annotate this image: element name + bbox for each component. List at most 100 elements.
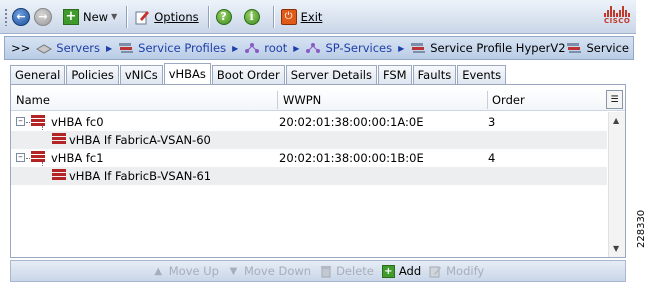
add-label: Add — [398, 264, 422, 278]
delete-label: Delete — [336, 264, 374, 278]
tree-connector — [26, 158, 30, 159]
vhba-interface-icon — [52, 169, 66, 182]
action-bar: ▲ Move Up ▼ Move Down Delete + Add Modif… — [10, 260, 626, 282]
vertical-scrollbar[interactable]: ▲ ▼ — [608, 112, 625, 257]
table-row[interactable]: – vHBA fc1 20:02:01:38:00:00:1B:0E 4 — [11, 149, 607, 167]
forward-arrow-icon[interactable]: → — [34, 7, 52, 26]
tab-strip: General Policies vNICs vHBAs Boot Order … — [10, 63, 507, 84]
tab-boot-order[interactable]: Boot Order — [211, 65, 285, 84]
column-chooser-icon[interactable]: ☰ — [606, 90, 623, 109]
breadcrumb-item-servers[interactable]: Servers — [56, 41, 100, 55]
new-button[interactable]: + New ▼ — [60, 6, 120, 28]
service-profile-icon — [410, 42, 426, 54]
column-header-order[interactable]: Order — [492, 93, 525, 107]
row-order: 4 — [488, 151, 496, 165]
back-arrow-icon[interactable]: ← — [12, 7, 30, 26]
toolbar-separator — [126, 5, 128, 28]
modify-label: Modify — [446, 264, 485, 278]
tab-faults[interactable]: Faults — [412, 65, 457, 84]
figure-id: 228330 — [636, 209, 647, 248]
breadcrumb-separator-icon: ▶ — [293, 43, 300, 53]
breadcrumb-item-sp-services[interactable]: SP-Services — [325, 41, 392, 55]
move-up-icon: ▲ — [154, 265, 163, 277]
plus-icon: + — [63, 8, 79, 25]
vhba-icon — [31, 115, 45, 128]
service-profile-icon — [566, 42, 582, 54]
move-up-button[interactable]: ▲ Move Up — [152, 264, 219, 278]
table-row[interactable]: vHBA If FabricA-VSAN-60 — [11, 131, 607, 149]
help-button[interactable]: ? — [213, 6, 239, 28]
trash-icon — [319, 265, 332, 278]
add-button[interactable]: + Add — [381, 264, 422, 278]
chevron-down-icon[interactable]: ▼ — [111, 12, 117, 21]
cisco-bars-icon — [604, 6, 630, 17]
exit-button[interactable]: ⏻ Exit — [278, 6, 326, 28]
move-down-label: Move Down — [243, 264, 312, 278]
collapse-icon[interactable]: – — [16, 117, 25, 126]
power-icon: ⏻ — [280, 8, 297, 25]
vhba-table-panel: Name WWPN Order ☰ – vHBA fc0 20:02:01:38… — [10, 84, 626, 258]
options-icon — [134, 9, 150, 25]
new-label: New — [83, 9, 109, 24]
collapse-icon[interactable]: – — [16, 153, 25, 162]
breadcrumb-right: Service — [566, 41, 629, 55]
breadcrumb-current: Service Profile HyperV2 — [430, 41, 566, 55]
cisco-logo-text: CISCO — [604, 17, 631, 25]
breadcrumb-separator-icon: ▶ — [398, 43, 405, 53]
column-header-wwpn[interactable]: WWPN — [283, 93, 321, 107]
info-button[interactable]: i — [241, 6, 267, 28]
breadcrumb-item-service-profiles[interactable]: Service Profiles — [138, 41, 226, 55]
toolbar-separator — [272, 5, 274, 28]
service-profiles-icon — [118, 42, 134, 54]
tab-server-details[interactable]: Server Details — [285, 65, 377, 84]
table-row[interactable]: vHBA If FabricB-VSAN-61 — [11, 167, 607, 185]
row-name: vHBA If FabricA-VSAN-60 — [69, 133, 211, 147]
row-order: 3 — [488, 115, 496, 129]
delete-button[interactable]: Delete — [319, 264, 374, 278]
table-header: Name WWPN Order ☰ — [11, 89, 625, 111]
vhba-icon — [31, 151, 45, 164]
modify-button[interactable]: Modify — [429, 264, 484, 278]
plus-icon: + — [381, 264, 395, 278]
info-icon: i — [243, 8, 260, 25]
help-icon: ? — [215, 8, 232, 25]
tab-fsm[interactable]: FSM — [377, 65, 412, 84]
tab-general[interactable]: General — [10, 65, 66, 84]
tab-events[interactable]: Events — [457, 65, 507, 84]
breadcrumb: >> Servers ▶ Service Profiles ▶ root ▶ S… — [4, 36, 634, 60]
breadcrumb-separator-icon: ▶ — [106, 43, 113, 53]
toolbar-separator — [207, 5, 209, 28]
row-name: vHBA If FabricB-VSAN-61 — [69, 169, 212, 183]
scroll-up-icon[interactable]: ▲ — [613, 116, 619, 125]
column-divider[interactable] — [487, 91, 488, 109]
ucs-manager-window: ← → + New ▼ Options ? i ⏻ Exit CISCO >> … — [0, 0, 636, 288]
row-wwpn: 20:02:01:38:00:00:1B:0E — [279, 151, 424, 165]
cisco-logo: CISCO — [604, 6, 630, 28]
breadcrumb-separator-icon: ▶ — [232, 43, 239, 53]
options-button[interactable]: Options — [131, 6, 201, 28]
breadcrumb-item-root[interactable]: root — [264, 41, 287, 55]
breadcrumb-right-label: Service — [586, 41, 629, 55]
vhba-interface-icon — [52, 133, 66, 146]
main-toolbar: ← → + New ▼ Options ? i ⏻ Exit CISCO — [0, 0, 636, 34]
row-name: vHBA fc0 — [51, 115, 104, 129]
tab-vhbas[interactable]: vHBAs — [163, 63, 211, 84]
toolbar-grip[interactable] — [4, 7, 8, 26]
org-icon — [244, 42, 260, 54]
org-icon — [305, 42, 321, 54]
row-wwpn: 20:02:01:38:00:00:1A:0E — [279, 115, 424, 129]
tree-connector — [26, 122, 30, 123]
servers-icon — [36, 42, 53, 54]
move-up-label: Move Up — [168, 264, 219, 278]
tab-policies[interactable]: Policies — [66, 65, 119, 84]
tab-vnics[interactable]: vNICs — [119, 65, 163, 84]
move-down-icon: ▼ — [229, 265, 238, 277]
column-divider[interactable] — [277, 91, 278, 109]
options-label: Options — [154, 9, 199, 24]
breadcrumb-prefix[interactable]: >> — [11, 41, 30, 55]
move-down-button[interactable]: ▼ Move Down — [227, 264, 311, 278]
scroll-down-icon[interactable]: ▼ — [613, 244, 619, 253]
table-row[interactable]: – vHBA fc0 20:02:01:38:00:00:1A:0E 3 — [11, 113, 607, 131]
row-name: vHBA fc1 — [51, 151, 104, 165]
column-header-name[interactable]: Name — [16, 93, 50, 107]
